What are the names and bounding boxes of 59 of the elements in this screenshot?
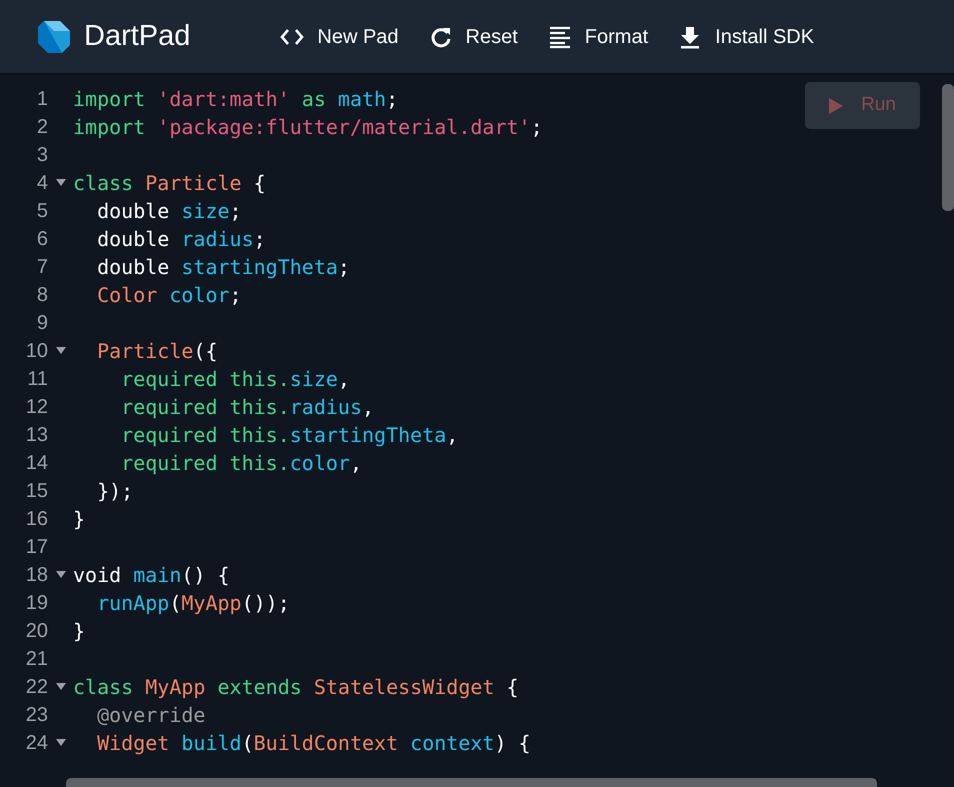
code-line: Color color; — [96, 282, 242, 309]
code-line: required this.startingTheta, — [120, 422, 458, 449]
code-line: runApp(MyApp()); — [96, 590, 290, 617]
code-line: required this.color, — [120, 450, 362, 477]
toolbar-button[interactable]: Format — [548, 22, 648, 52]
line-number: 19 — [26, 591, 48, 616]
line-number: 4 — [36, 171, 48, 196]
line-number: 17 — [26, 535, 48, 560]
play-icon — [829, 98, 844, 114]
code-line: double startingTheta; — [96, 254, 350, 281]
code-line: } — [73, 618, 86, 645]
code-line: } — [73, 506, 86, 533]
toolbar-button[interactable]: New Pad — [280, 22, 399, 52]
line-number: 10 — [26, 339, 48, 364]
line-number: 11 — [27, 367, 48, 392]
code-line: }); — [96, 478, 134, 505]
fold-arrow-icon[interactable] — [56, 347, 66, 355]
line-number: 7 — [36, 255, 48, 280]
fold-arrow-icon[interactable] — [56, 683, 66, 691]
line-number: 16 — [26, 507, 48, 532]
code-line: double radius; — [96, 226, 266, 253]
line-number: 1 — [36, 87, 48, 112]
code-line: import 'dart:math' as math; — [73, 86, 398, 113]
line-number: 15 — [26, 479, 48, 504]
fold-arrow-icon[interactable] — [56, 571, 66, 579]
code-line: @override — [96, 702, 206, 729]
code-line: class MyApp extends StatelessWidget { — [73, 674, 519, 701]
line-number: 8 — [36, 283, 48, 308]
logo-icon — [36, 18, 72, 54]
line-number: 23 — [26, 703, 48, 728]
code-line: Widget build(BuildContext context) { — [96, 730, 531, 757]
code-line: required this.size, — [120, 366, 350, 393]
code-line: Particle({ — [96, 338, 218, 365]
code-line: double size; — [96, 198, 242, 225]
line-number: 13 — [26, 423, 48, 448]
code-line: import 'package:flutter/material.dart'; — [73, 114, 543, 141]
toolbar-button[interactable]: Reset — [428, 22, 518, 52]
line-number: 2 — [36, 115, 48, 140]
line-number: 18 — [26, 563, 48, 588]
fold-arrow-icon[interactable] — [56, 739, 66, 747]
line-number: 20 — [26, 619, 48, 644]
line-number: 22 — [26, 675, 48, 700]
code-line: class Particle { — [73, 170, 266, 197]
line-number: 6 — [36, 227, 48, 252]
line-number: 21 — [26, 647, 48, 672]
line-number: 14 — [26, 451, 48, 476]
line-number: 5 — [36, 199, 48, 224]
horizontal-scrollbar[interactable] — [66, 778, 877, 787]
fold-arrow-icon[interactable] — [56, 179, 66, 187]
line-number: 24 — [26, 731, 48, 756]
vertical-scrollbar[interactable] — [942, 84, 954, 211]
line-number: 3 — [36, 143, 48, 168]
code-line: void main() { — [73, 562, 230, 589]
code-line: required this.radius, — [120, 394, 374, 421]
format-icon — [548, 24, 572, 48]
app-title: DartPad — [84, 18, 190, 54]
line-number: 12 — [26, 395, 48, 420]
toolbar-button[interactable]: Install SDK — [678, 22, 814, 52]
line-number: 9 — [36, 311, 48, 336]
